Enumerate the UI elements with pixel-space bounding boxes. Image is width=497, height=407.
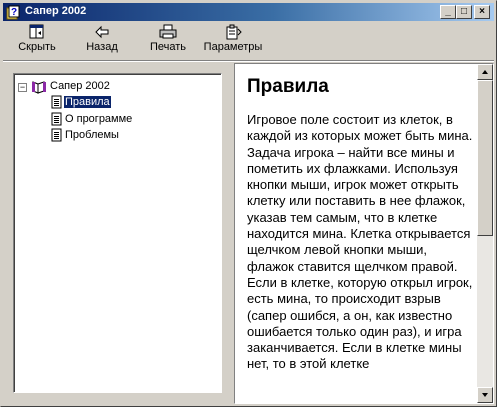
close-button[interactable]: × <box>474 5 490 19</box>
page-icon <box>51 112 62 126</box>
tree-root[interactable]: Сапер 2002 <box>31 79 216 95</box>
book-icon <box>32 81 46 94</box>
scroll-down-button[interactable] <box>477 387 493 403</box>
hide-pane-icon <box>29 24 44 39</box>
tree-item-label: О программе <box>65 113 133 125</box>
hide-button[interactable]: Скрыть <box>17 23 57 57</box>
tree-item-problems[interactable]: Проблемы <box>51 128 216 144</box>
maximize-button[interactable]: □ <box>456 5 472 19</box>
topic-pane: Правила Игровое поле состоит из клеток, … <box>234 63 494 404</box>
printer-icon <box>159 24 177 39</box>
hide-label: Скрыть <box>18 41 56 53</box>
topic-heading: Правила <box>247 76 329 97</box>
tree-item-label: Проблемы <box>65 129 119 141</box>
options-icon <box>226 24 242 40</box>
toolbar: Скрыть Назад Печать Параметры <box>3 22 494 58</box>
window-title: Сапер 2002 <box>25 5 87 17</box>
minimize-button[interactable]: _ <box>440 5 456 19</box>
back-arrow-icon <box>95 25 109 39</box>
contents-tree[interactable]: − Сапер 2002 Правила О программе Проблем… <box>13 73 222 393</box>
arrow-down-icon <box>482 393 488 397</box>
options-label: Параметры <box>203 41 263 53</box>
print-label: Печать <box>149 41 187 53</box>
options-button[interactable]: Параметры <box>203 23 263 57</box>
minimize-icon: _ <box>445 6 451 17</box>
toolbar-divider <box>3 60 494 62</box>
tree-item-about[interactable]: О программе <box>51 112 216 128</box>
page-icon <box>51 128 62 142</box>
scroll-thumb[interactable] <box>477 80 493 236</box>
minus-icon: − <box>19 82 26 92</box>
vertical-scrollbar[interactable] <box>477 64 493 403</box>
topic-body: Игровое поле состоит из клеток, в каждой… <box>247 112 473 372</box>
scroll-up-button[interactable] <box>477 64 493 80</box>
help-book-icon: ? <box>6 4 22 20</box>
help-window: ? Сапер 2002 _ □ × Скрыть Назад Печать П… <box>0 0 497 407</box>
tree-item-rules[interactable]: Правила <box>51 95 216 111</box>
tree-root-label: Сапер 2002 <box>50 80 110 92</box>
collapse-toggle[interactable]: − <box>18 83 27 92</box>
back-label: Назад <box>86 41 118 53</box>
page-icon <box>51 95 62 109</box>
print-button[interactable]: Печать <box>148 23 188 57</box>
close-icon: × <box>479 6 485 17</box>
maximize-icon: □ <box>460 6 468 17</box>
svg-text:?: ? <box>11 7 17 18</box>
back-button[interactable]: Назад <box>85 23 119 57</box>
navigation-pane: − Сапер 2002 Правила О программе Проблем… <box>3 63 232 404</box>
tree-item-label: Правила <box>63 95 112 109</box>
arrow-up-icon <box>482 70 488 74</box>
topic-content: Правила Игровое поле состоит из клеток, … <box>247 69 475 373</box>
title-bar[interactable]: ? Сапер 2002 _ □ × <box>3 3 494 21</box>
